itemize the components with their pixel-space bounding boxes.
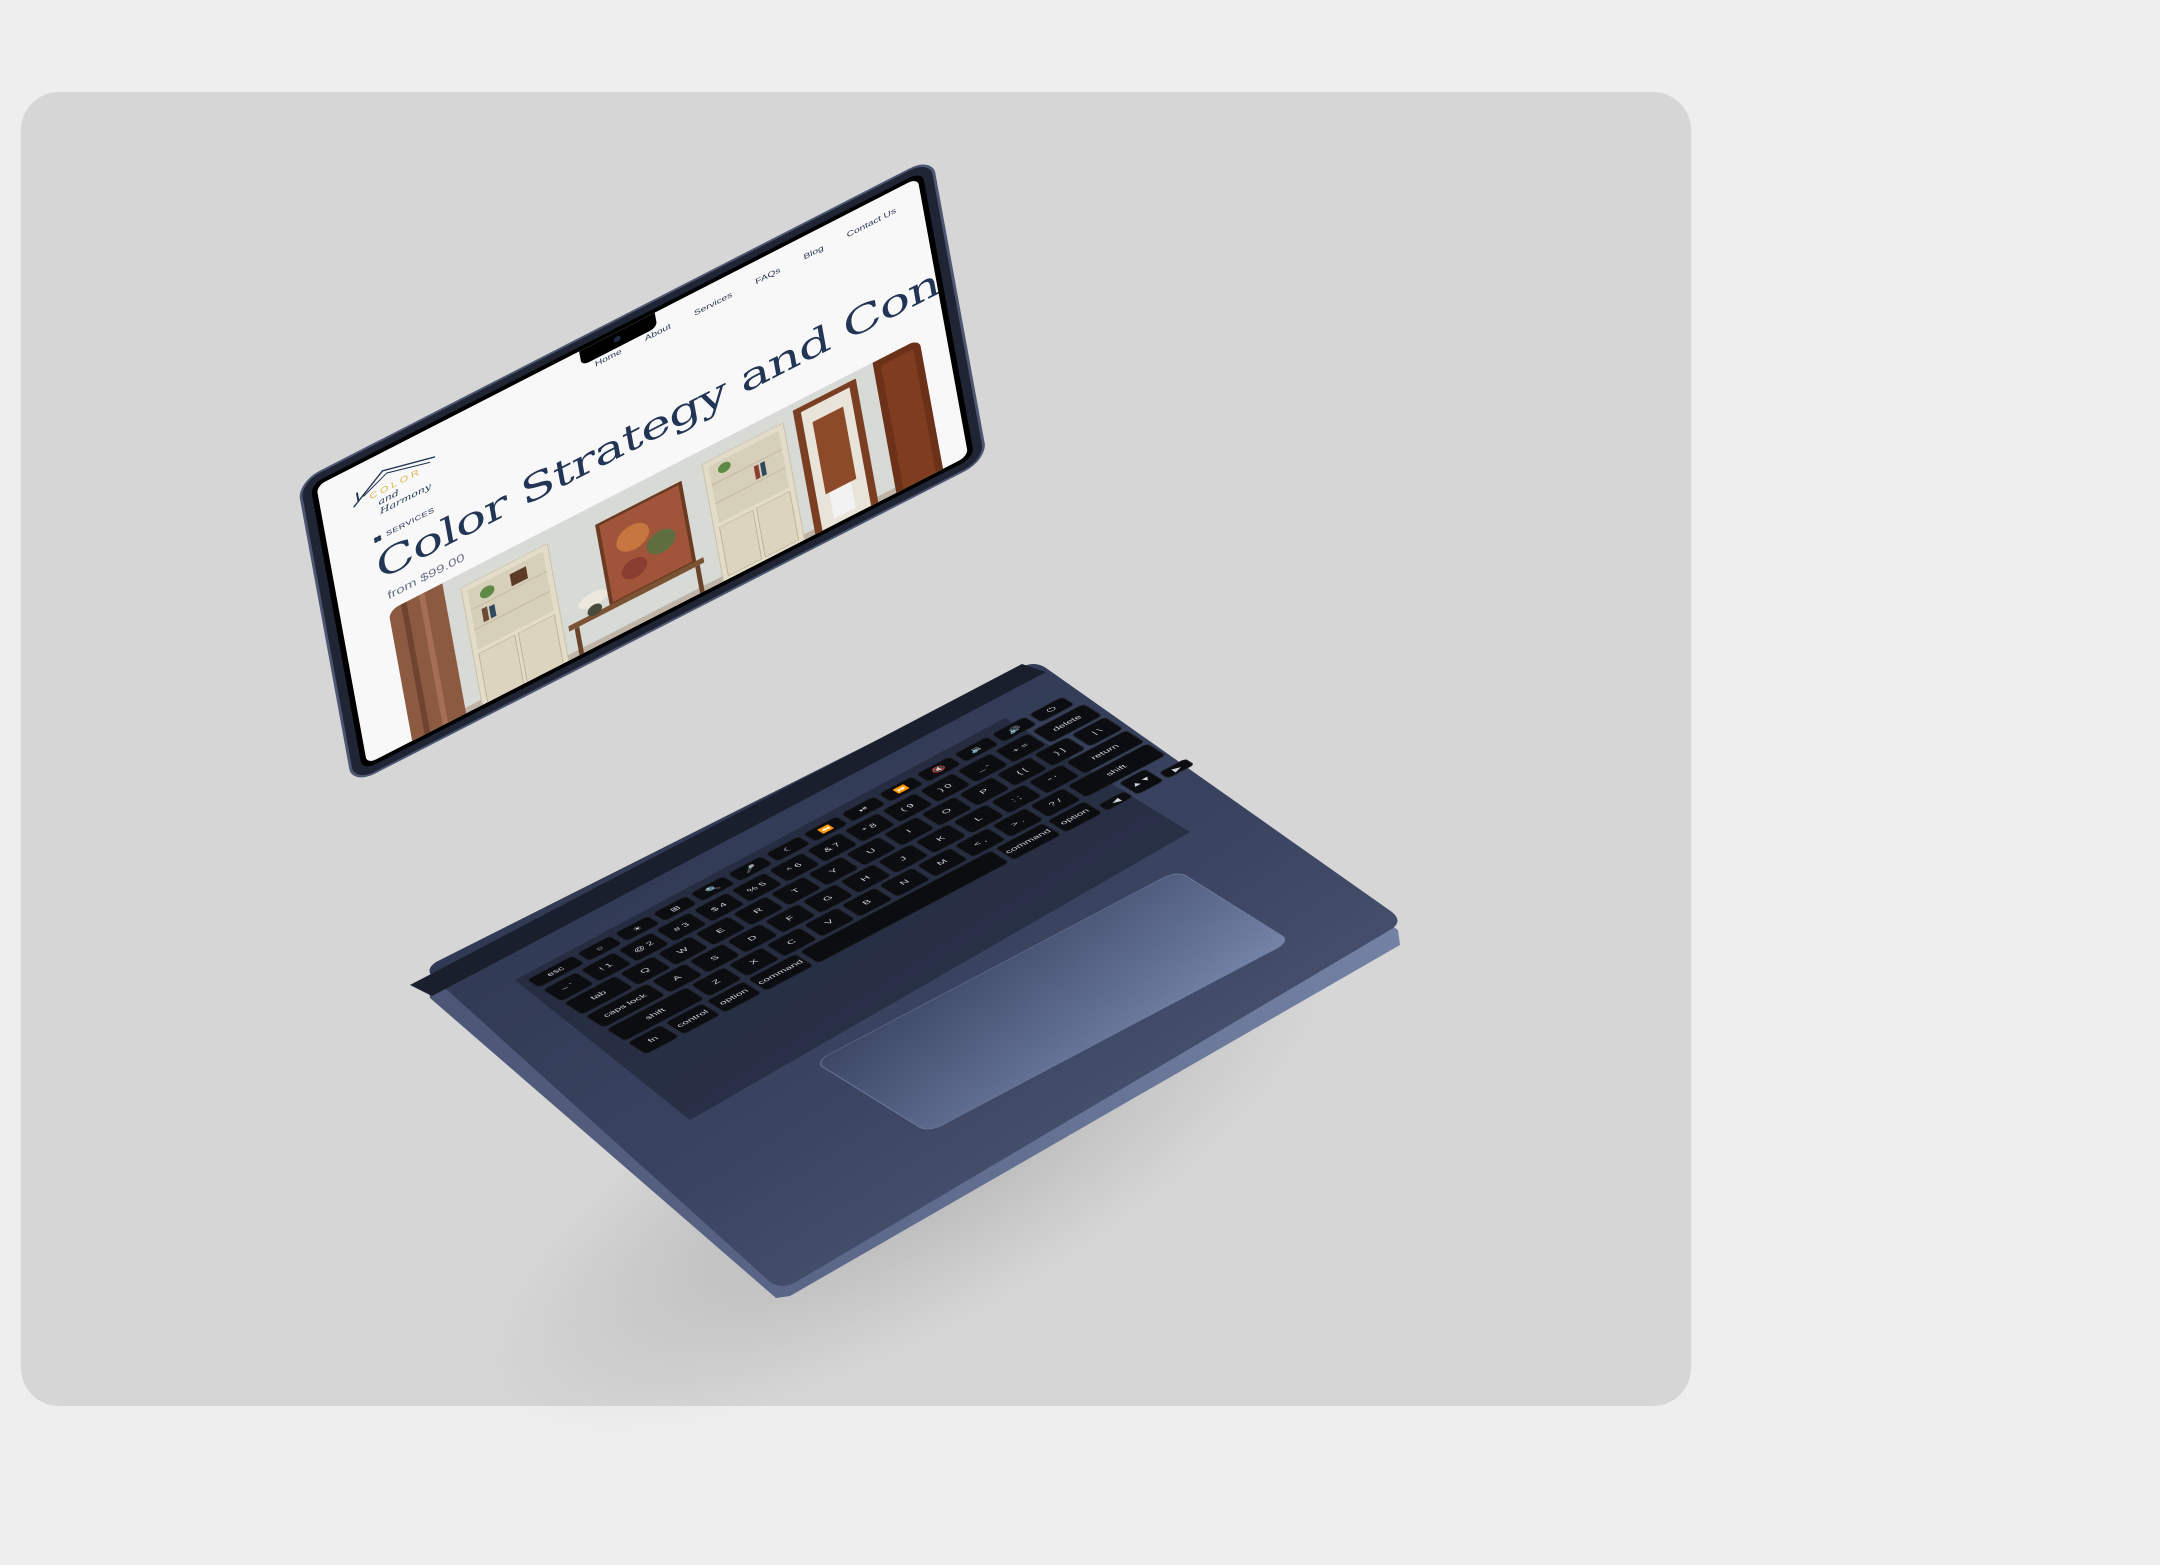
key-arrow-left[interactable]: ◀ — [1097, 790, 1134, 811]
camera-icon — [613, 334, 622, 344]
nav-faqs[interactable]: FAQs — [755, 266, 781, 287]
nav-contact-us[interactable]: Contact Us — [846, 207, 896, 240]
laptop-mockup: esc ☼ ☀ ⊞ 🔍 🎤 ☾ ⏪ ⏯ ⏩ 🔇 🔉 🔊 ⏻ ~ ` ! 1 @ … — [0, 0, 2160, 1565]
nav-services[interactable]: Services — [693, 291, 732, 318]
key-arrow-right[interactable]: ▶ — [1158, 758, 1195, 779]
laptop-base: esc ☼ ☀ ⊞ 🔍 🎤 ☾ ⏪ ⏯ ⏩ 🔇 🔉 🔊 ⏻ ~ ` ! 1 @ … — [0, 0, 2160, 1565]
nav-blog[interactable]: Blog — [803, 244, 824, 262]
